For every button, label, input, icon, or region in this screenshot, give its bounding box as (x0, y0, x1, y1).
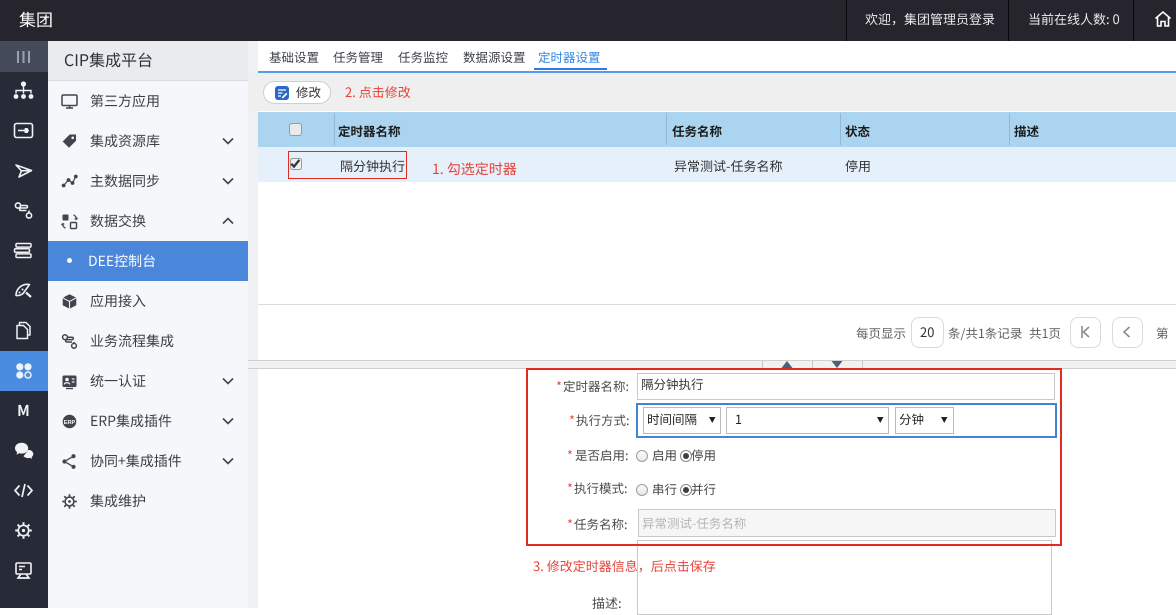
svg-text:ERP: ERP (64, 420, 76, 426)
